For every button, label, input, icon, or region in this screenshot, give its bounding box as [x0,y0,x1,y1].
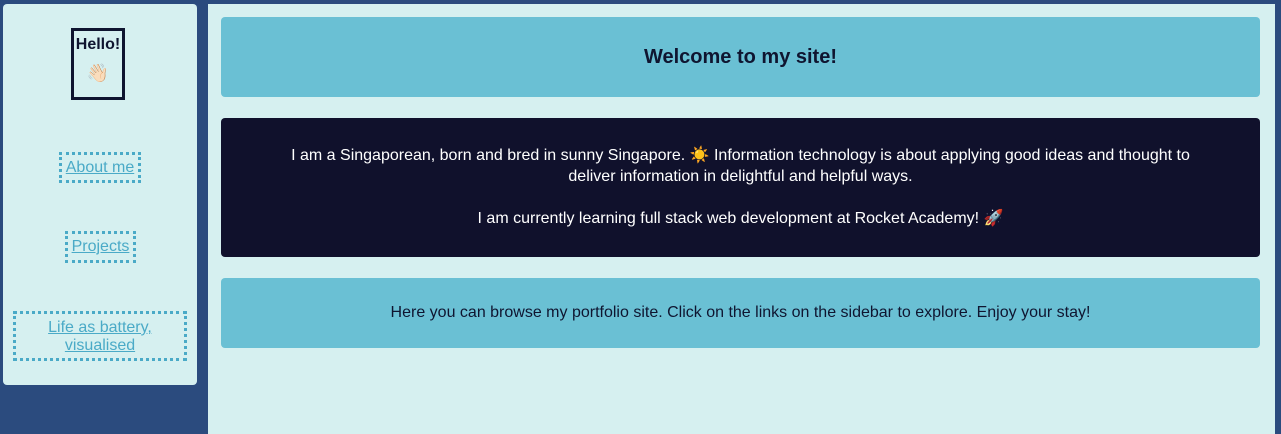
about-card: I am a Singaporean, born and bred in sun… [221,118,1260,257]
sidebar-link-projects[interactable]: Projects [65,231,136,263]
main-content: Welcome to my site! I am a Singaporean, … [208,4,1275,434]
page-title: Welcome to my site! [221,17,1260,97]
about-paragraph-2: I am currently learning full stack web d… [477,210,1004,227]
about-paragraph-1: I am a Singaporean, born and bred in sun… [291,147,1190,185]
intro-text: Here you can browse my portfolio site. C… [221,278,1260,348]
waving-hand-icon: 👋🏻 [86,63,110,83]
sidebar-link-about-me[interactable]: About me [59,152,141,183]
hello-box: Hello! 👋🏻 [71,28,125,100]
sidebar-link-life-as-battery[interactable]: Life as battery, visualised [13,311,187,361]
sidebar: Hello! 👋🏻 About me Projects Life as batt… [3,4,197,385]
greeting-text: Hello! [75,36,121,53]
